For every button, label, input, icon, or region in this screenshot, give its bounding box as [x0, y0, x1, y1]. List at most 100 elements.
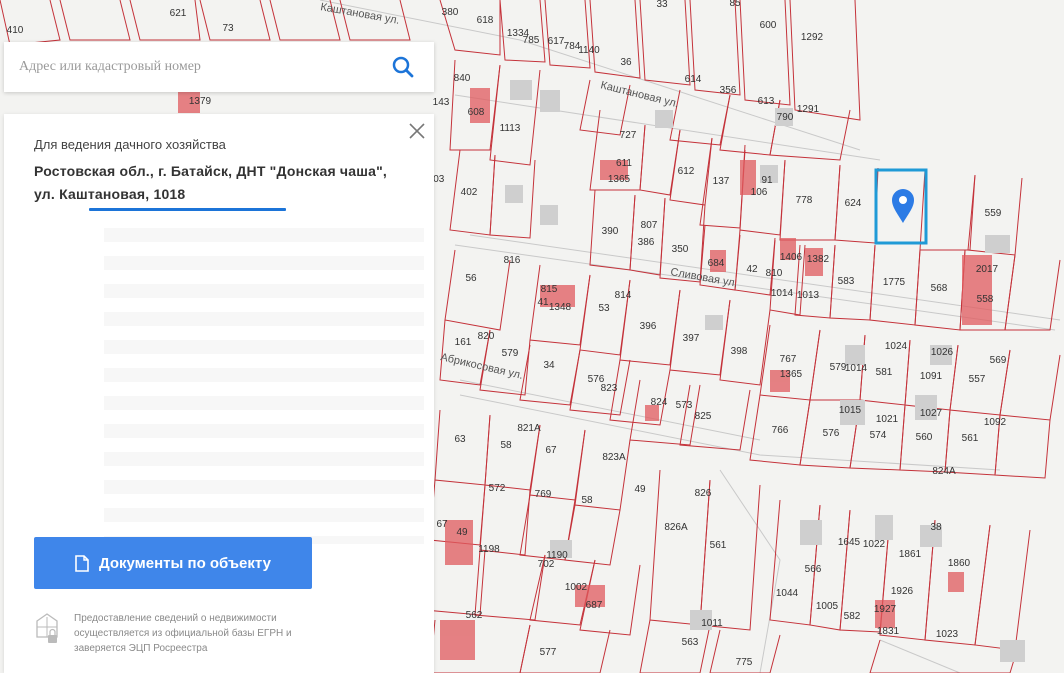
plot-number-label: 143: [433, 97, 450, 108]
plot-number-label: 576: [823, 428, 840, 439]
plot-number-label: 573: [676, 400, 693, 411]
plot-number-label: 1406: [780, 252, 803, 263]
plot-number-label: 1027: [920, 408, 943, 419]
plot-number-label: 617: [548, 36, 565, 47]
documents-button-label: Документы по объекту: [99, 554, 271, 572]
plot-number-label: 840: [454, 73, 471, 84]
plot-number-label: 563: [682, 637, 699, 648]
plot-number-label: 1365: [780, 369, 803, 380]
plot-number-label: 611: [616, 158, 632, 169]
plot-number-label: 397: [683, 333, 700, 344]
plot-number-label: 558: [977, 294, 994, 305]
object-info-panel: Для ведения дачного хозяйства Ростовская…: [4, 114, 434, 673]
plot-number-label: 820: [478, 331, 495, 342]
plot-number-label: 583: [838, 276, 855, 287]
document-icon: [75, 554, 89, 572]
plot-number-label: 821А: [517, 423, 541, 434]
plot-number-label: 390: [602, 226, 619, 237]
plot-number-label: 1860: [948, 558, 971, 569]
plot-number-label: 618: [477, 15, 494, 26]
plot-number-label: 56: [465, 273, 477, 284]
plot-number-label: 1348: [549, 302, 572, 313]
plot-number-label: 778: [796, 195, 813, 206]
plot-number-label: 53: [598, 303, 610, 314]
plot-number-label: 568: [931, 283, 948, 294]
plot-number-label: 582: [844, 611, 861, 622]
plot-number-label: 581: [876, 367, 893, 378]
plot-number-label: 579: [502, 348, 519, 359]
plot-number-label: 91: [761, 175, 773, 186]
plot-number-label: 727: [620, 130, 637, 141]
plot-number-label: 396: [640, 321, 657, 332]
plot-number-label: 621: [170, 8, 187, 19]
address-underline: [89, 208, 286, 211]
plot-number-label: 398: [731, 346, 748, 357]
plot-number-label: 34: [543, 360, 555, 371]
plot-number-label: 36: [620, 57, 632, 68]
plot-number-label: 1775: [883, 277, 906, 288]
plot-number-label: 790: [777, 112, 794, 123]
plot-number-label: 826А: [664, 522, 688, 533]
plot-number-label: 1645: [838, 537, 861, 548]
plot-number-label: 826: [695, 488, 712, 499]
object-category: Для ведения дачного хозяйства: [34, 137, 226, 152]
plot-number-label: 1091: [920, 371, 943, 382]
plot-number-label: 1291: [797, 104, 820, 115]
plot-number-label: 67: [436, 519, 448, 530]
plot-number-label: 1292: [801, 32, 824, 43]
close-icon[interactable]: [408, 122, 426, 140]
plot-number-label: 1005: [816, 601, 839, 612]
plot-number-label: 561: [710, 540, 727, 551]
plot-number-label: 41: [537, 297, 549, 308]
plot-number-label: 1927: [874, 604, 897, 615]
plot-number-label: 386: [638, 237, 655, 248]
search-icon[interactable]: [388, 52, 418, 82]
search-input[interactable]: [17, 51, 388, 83]
plot-number-label: 356: [720, 85, 737, 96]
plot-number-label: 1198: [478, 544, 500, 555]
plot-number-label: 816: [504, 255, 521, 266]
plot-number-label: 702: [538, 559, 555, 570]
plot-number-label: 1011: [701, 618, 723, 629]
plot-number-label: 1002: [565, 582, 588, 593]
plot-number-label: 49: [634, 484, 646, 495]
plot-number-label: 63: [454, 434, 466, 445]
plot-number-label: 1021: [876, 414, 899, 425]
plot-number-label: 137: [713, 176, 730, 187]
plot-number-label: 775: [736, 657, 753, 668]
plot-number-label: 38: [930, 522, 942, 533]
plot-number-label: 1365: [608, 174, 631, 185]
documents-button[interactable]: Документы по объекту: [34, 537, 312, 589]
plot-number-label: 1015: [839, 405, 862, 416]
plot-number-label: 684: [708, 258, 725, 269]
plot-number-label: 767: [780, 354, 797, 365]
plot-number-label: 566: [805, 564, 822, 575]
plot-number-label: 1092: [984, 417, 1007, 428]
plot-number-label: 577: [540, 647, 557, 658]
plot-number-label: 161: [455, 337, 472, 348]
plot-number-label: 559: [985, 208, 1002, 219]
plot-number-label: 815: [541, 284, 558, 295]
plot-number-label: 1926: [891, 586, 914, 597]
plot-number-label: 562: [466, 610, 483, 621]
plot-number-label: 824: [651, 397, 668, 408]
plot-number-label: 1861: [899, 549, 922, 560]
plot-number-label: 49: [456, 527, 468, 538]
plot-number-label: 1013: [797, 290, 820, 301]
plot-number-label: 85: [729, 0, 741, 9]
plot-number-label: 560: [916, 432, 933, 443]
egrn-certificate-icon: [34, 611, 60, 645]
egrn-disclaimer: Предоставление сведений о недвижимости о…: [74, 613, 292, 654]
plot-number-label: 1140: [578, 45, 600, 56]
plot-number-label: 687: [586, 600, 603, 611]
plot-number-label: 613: [758, 96, 775, 107]
plot-number-label: 73: [222, 23, 234, 34]
plot-number-label: 769: [535, 489, 552, 500]
plot-number-label: 58: [500, 440, 512, 451]
plot-number-label: 766: [772, 425, 789, 436]
plot-number-label: 1831: [877, 626, 900, 637]
search-bar: [4, 42, 434, 92]
plot-number-label: 785: [523, 35, 540, 46]
plot-number-label: 600: [760, 20, 777, 31]
plot-number-label: 1379: [189, 96, 212, 107]
